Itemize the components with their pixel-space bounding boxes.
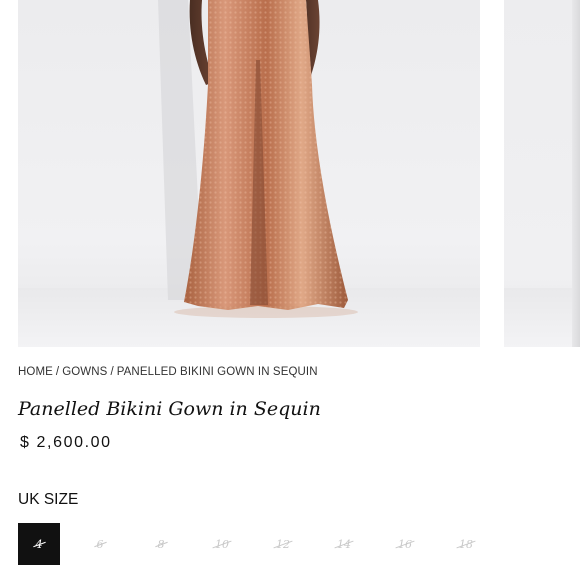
size-option-10[interactable]: 10 [201, 523, 243, 565]
breadcrumb-current: PANELLED BIKINI GOWN IN SEQUIN [116, 366, 318, 378]
product-page: HOME / GOWNS / PANELLED BIKINI GOWN IN SEQUI… [0, 0, 580, 580]
size-option-label: 12 [276, 537, 290, 551]
product-price: $ 2,600.00 [20, 434, 112, 451]
breadcrumb-gowns-link[interactable]: GOWNS [62, 366, 107, 378]
size-option-8[interactable]: 8 [140, 523, 182, 565]
product-photo-main[interactable] [18, 0, 480, 347]
photo-edge [572, 0, 580, 347]
size-option-label: 18 [459, 537, 473, 551]
size-label: UK SIZE [18, 491, 79, 508]
size-option-label: 4 [35, 537, 43, 551]
size-option-label: 14 [337, 537, 351, 551]
photo-floor-next [504, 288, 580, 347]
breadcrumb-separator: / [55, 366, 60, 378]
size-option-6[interactable]: 6 [79, 523, 121, 565]
size-option-18[interactable]: 18 [445, 523, 487, 565]
size-option-label: 10 [215, 537, 229, 551]
gown-illustration [158, 0, 358, 318]
size-option-16[interactable]: 16 [384, 523, 426, 565]
size-option-label: 16 [398, 537, 412, 551]
size-selector: 4 6 8 10 12 14 16 18 [18, 523, 580, 565]
breadcrumb-separator: / [110, 366, 114, 378]
size-option-label: 8 [157, 537, 165, 551]
product-gallery[interactable] [0, 0, 580, 350]
breadcrumb: HOME / GOWNS / PANELLED BIKINI GOWN IN SEQUI… [18, 366, 318, 378]
size-option-label: 6 [96, 537, 104, 551]
size-option-14[interactable]: 14 [323, 523, 365, 565]
size-option-12[interactable]: 12 [262, 523, 304, 565]
product-photo-next[interactable] [504, 0, 580, 347]
breadcrumb-home-link[interactable]: HOME [18, 366, 53, 378]
size-option-4[interactable]: 4 [18, 523, 60, 565]
product-title: Panelled Bikini Gown in Sequin [18, 398, 321, 420]
